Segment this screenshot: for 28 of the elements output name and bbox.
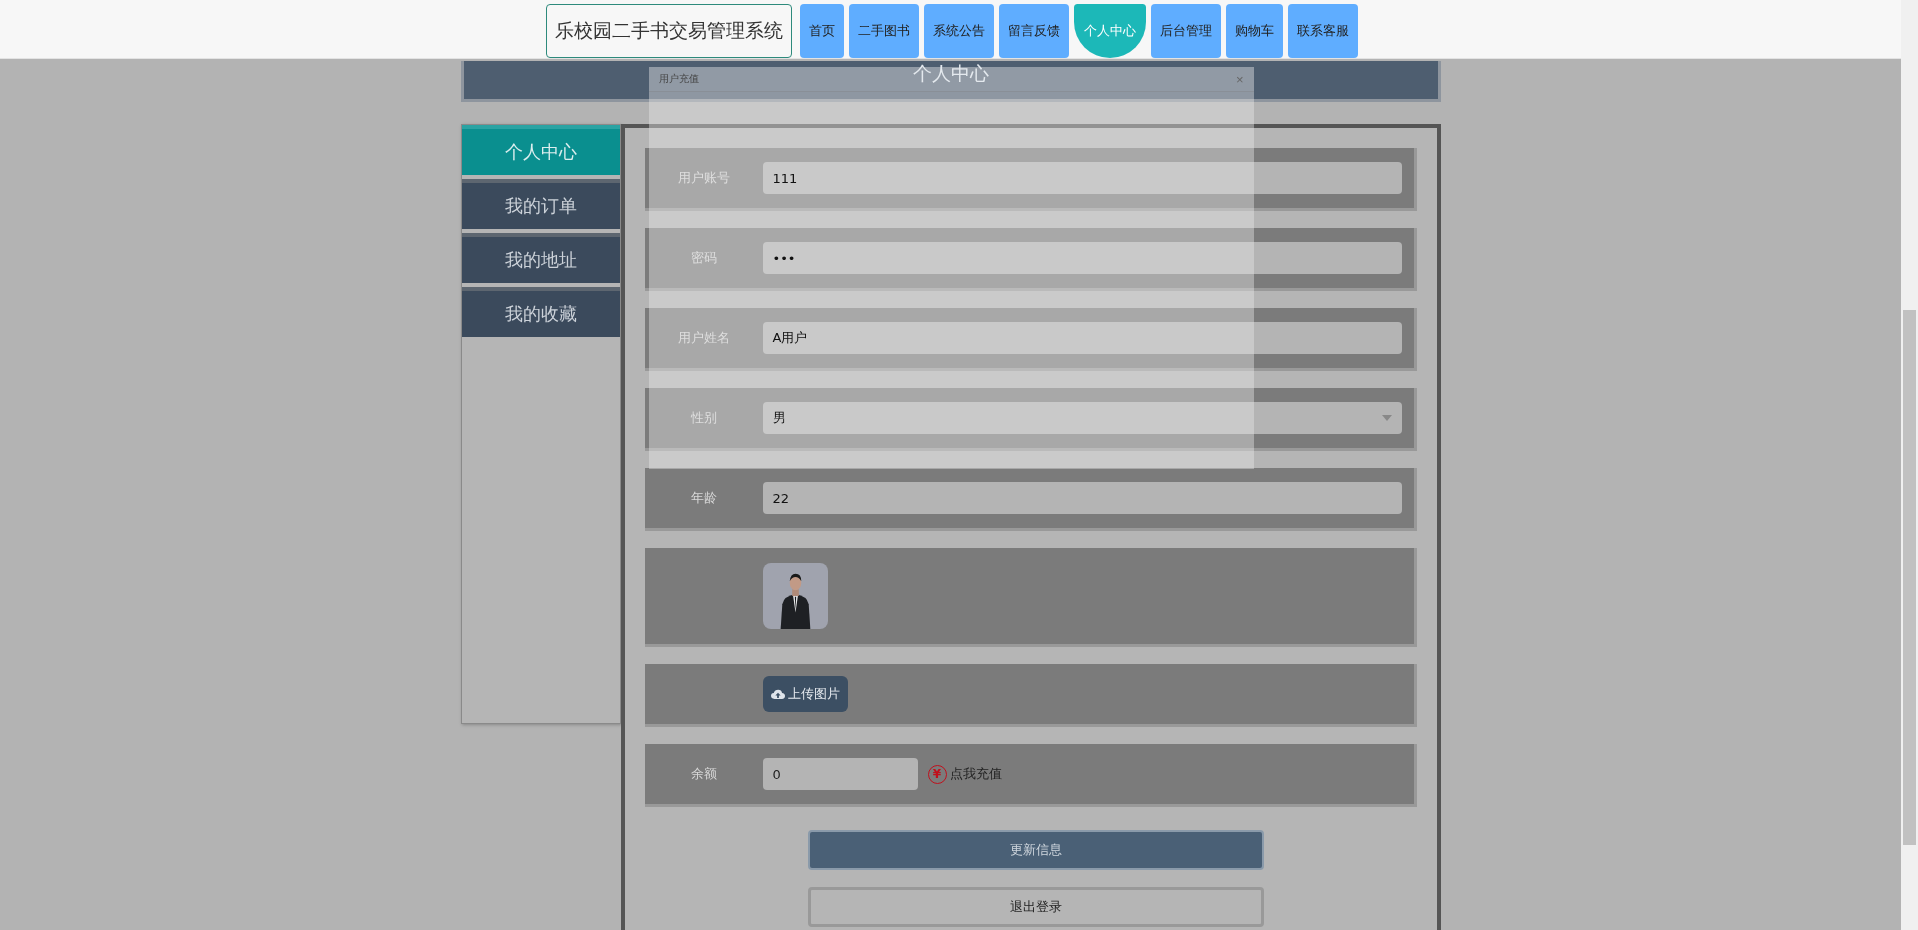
nav-tab[interactable]: 联系客服 bbox=[1287, 4, 1358, 58]
nav-tab[interactable]: 购物车 bbox=[1225, 4, 1283, 58]
nav-tab[interactable]: 二手图书 bbox=[848, 4, 919, 58]
input-field[interactable]: ••• bbox=[762, 242, 1402, 274]
recharge-link[interactable]: 点我充值 bbox=[949, 765, 1002, 783]
dialog-title: 用户充值 bbox=[658, 72, 699, 86]
cloud-icon bbox=[770, 688, 785, 700]
field-label: 余额 bbox=[689, 765, 718, 783]
site-title: 乐校园二手书交易管理系统 bbox=[545, 4, 792, 58]
page-title: 个人中心 bbox=[912, 61, 989, 86]
field-label: 年龄 bbox=[689, 489, 718, 507]
logout-button[interactable]: 退出登录 bbox=[807, 887, 1264, 927]
nav-tab[interactable]: 系统公告 bbox=[923, 4, 994, 58]
nav-tab[interactable]: 首页 bbox=[799, 4, 844, 58]
sidebar-item[interactable]: 我的收藏 bbox=[461, 287, 620, 337]
sidebar-item[interactable]: 我的订单 bbox=[461, 179, 620, 229]
nav-tab[interactable]: 留言反馈 bbox=[998, 4, 1069, 58]
upload-button[interactable]: 上传图片 bbox=[762, 676, 848, 712]
scrollbar[interactable] bbox=[1901, 0, 1918, 930]
dropdown-caret-icon bbox=[1381, 415, 1392, 421]
select-field[interactable]: 男 bbox=[762, 402, 1402, 434]
input-field[interactable]: 0 bbox=[762, 758, 918, 790]
input-field[interactable]: 111 bbox=[762, 162, 1402, 194]
input-field[interactable]: A用户 bbox=[762, 322, 1402, 354]
sidebar-item[interactable]: 我的地址 bbox=[461, 233, 620, 283]
update-button[interactable]: 更新信息 bbox=[807, 830, 1264, 870]
input-field[interactable]: 22 bbox=[762, 482, 1402, 514]
nav-tab[interactable]: 后台管理 bbox=[1150, 4, 1221, 58]
